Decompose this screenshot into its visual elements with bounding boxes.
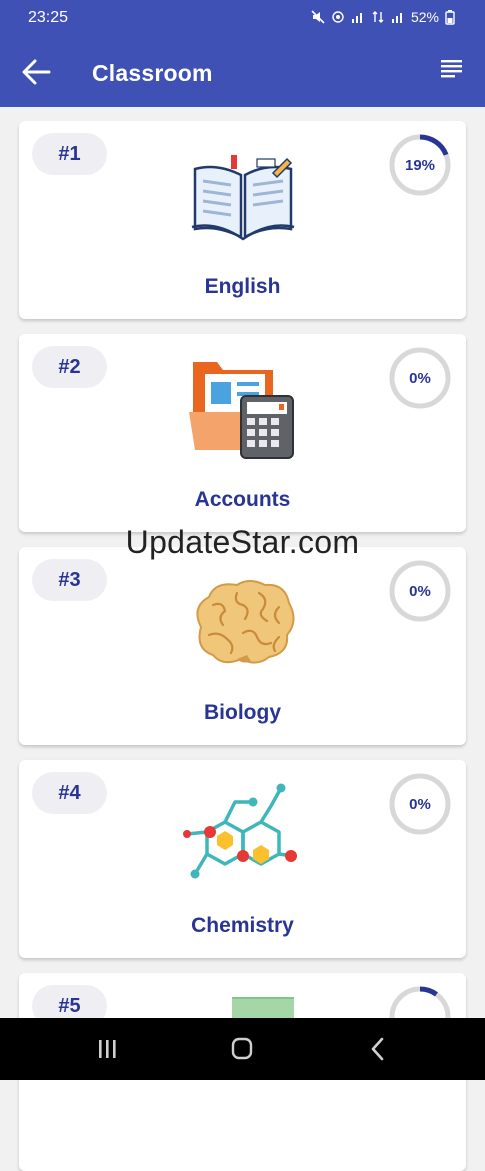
hotspot-icon <box>332 11 344 23</box>
progress-ring: 0% <box>388 346 452 410</box>
progress-label: 0% <box>409 369 431 387</box>
progress-ring: 0% <box>388 772 452 836</box>
watermark: UpdateStar.com <box>125 524 360 560</box>
status-icons: 52% <box>311 9 455 25</box>
page-title: Classroom <box>92 60 213 86</box>
folder-calculator-icon <box>189 362 294 459</box>
back-nav-icon[interactable] <box>363 1036 393 1062</box>
system-nav-bar <box>0 1018 485 1080</box>
data-icon <box>372 11 384 23</box>
status-bar: 23:25 52% <box>0 0 485 36</box>
brain-icon <box>196 580 295 664</box>
subject-thumbnail <box>232 997 294 1019</box>
subject-name: Biology <box>204 701 281 724</box>
rank-badge: #3 <box>32 559 107 601</box>
subject-name: Chemistry <box>191 914 294 937</box>
menu-button[interactable] <box>441 58 467 84</box>
progress-label: 0% <box>409 582 431 600</box>
home-icon[interactable] <box>227 1036 257 1062</box>
menu-lines-icon <box>441 60 462 78</box>
battery-icon <box>445 9 455 25</box>
arrow-left-icon <box>22 59 51 85</box>
signal-icon-2 <box>391 13 402 23</box>
subject-name: Accounts <box>194 488 291 511</box>
open-book-icon <box>191 155 295 241</box>
progress-ring: 19% <box>388 133 452 197</box>
subject-card-chemistry[interactable]: #4 0% Chemistry <box>19 760 466 958</box>
progress-label: 0% <box>409 795 431 813</box>
rank-badge: #2 <box>32 346 107 388</box>
signal-icon <box>351 13 362 23</box>
battery-percent: 52% <box>410 9 439 25</box>
rank-badge: #1 <box>32 133 107 175</box>
progress-ring: 0% <box>388 559 452 623</box>
status-time: 23:25 <box>28 9 69 26</box>
recents-icon[interactable] <box>93 1036 123 1062</box>
subject-name: English <box>204 275 281 298</box>
subject-card-english[interactable]: #1 19% English <box>19 121 466 319</box>
rank-badge: #4 <box>32 772 107 814</box>
app-bar: 23:25 52% Classroom <box>0 0 485 107</box>
subject-card-biology[interactable]: #3 0% Biology <box>19 547 466 745</box>
progress-label: 19% <box>404 156 436 174</box>
subject-card-accounts[interactable]: #2 0% Accounts <box>19 334 466 532</box>
mute-icon <box>311 10 325 24</box>
toolbar: Classroom <box>0 40 485 107</box>
back-button[interactable] <box>18 54 54 90</box>
molecule-icon <box>183 783 297 879</box>
